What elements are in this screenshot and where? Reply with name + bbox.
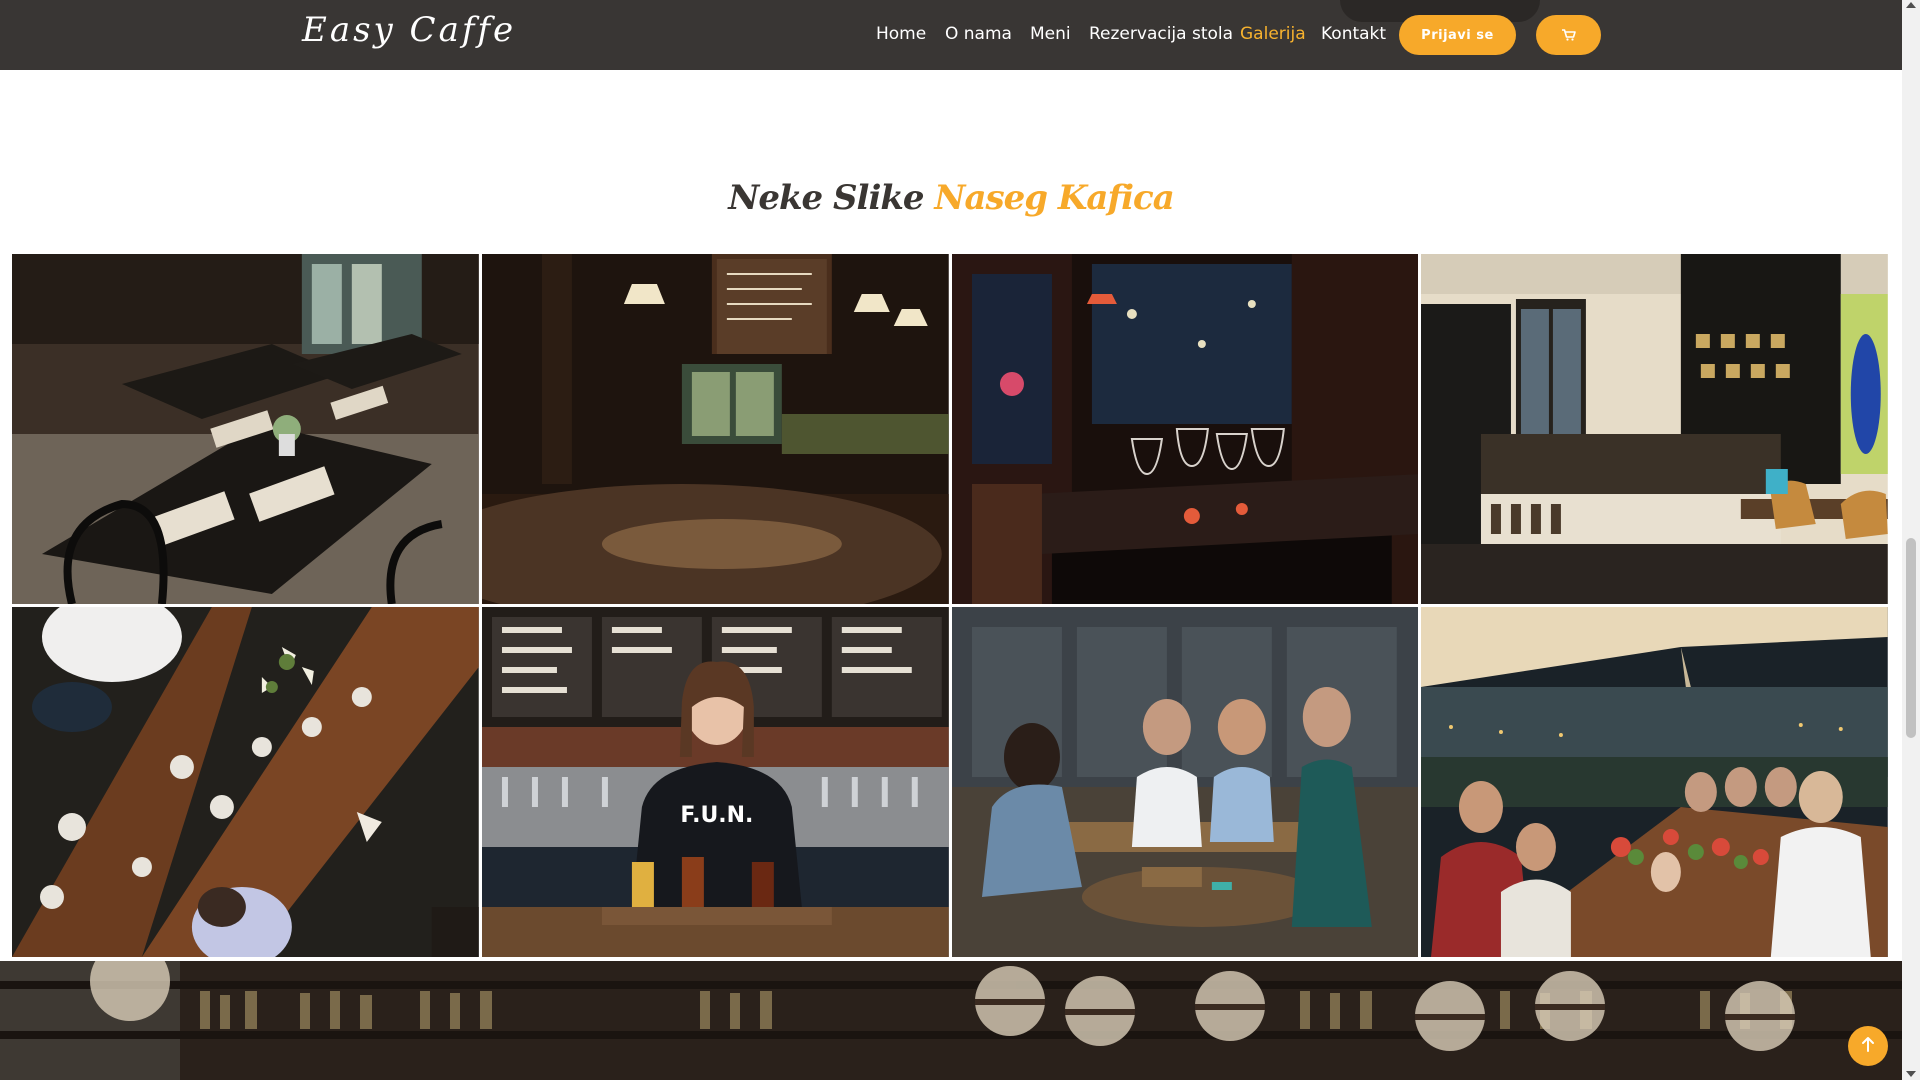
photo-bartender-beer-flight[interactable]: F.U.N. [481,607,949,957]
bottom-banner-bar-image [0,961,1902,1080]
site-logo[interactable]: Easy Caffe [302,10,516,50]
photo-dark-bar-interior[interactable] [481,254,949,604]
photo-bright-cafe-bar[interactable] [1421,254,1888,604]
back-to-top-button[interactable] [1848,1026,1888,1066]
login-button[interactable]: Prijavi se [1399,15,1516,55]
svg-text:F.U.N.: F.U.N. [680,803,753,828]
photo-cafe-tables[interactable] [12,254,479,604]
page-scrollbar[interactable] [1902,0,1920,1080]
nav-reservation[interactable]: Rezervacija stola [1089,24,1233,44]
gallery-title-part2: Naseg Kafica [934,178,1174,218]
nav-about[interactable]: O nama [945,24,1012,44]
gallery-title-part1: Neke Slike [728,178,924,218]
nav-home[interactable]: Home [876,24,926,44]
scrollbar-thumb[interactable] [1906,538,1916,738]
scroll-down-arrow-icon[interactable] [1906,1071,1916,1077]
photo-wine-glasses-table[interactable] [951,254,1419,604]
page: Easy Caffe Home O nama Meni Rezervacija … [0,0,1920,1080]
login-button-label: Prijavi se [1421,27,1494,43]
photo-friends-on-patio[interactable] [951,607,1419,957]
nav-menu[interactable]: Meni [1030,24,1071,44]
photo-overhead-dining-table[interactable] [12,607,479,957]
gallery-grid: F.U.N. [12,254,1888,957]
scroll-up-arrow-icon[interactable] [1906,2,1916,8]
nav-contact[interactable]: Kontakt [1321,24,1386,44]
photo-outdoor-dinner-toast[interactable] [1421,607,1888,957]
nav-gallery[interactable]: Galerija [1240,24,1306,44]
site-header: Easy Caffe Home O nama Meni Rezervacija … [0,0,1902,70]
arrow-up-icon [1860,1035,1876,1057]
cart-button[interactable] [1536,15,1601,55]
gallery-title: Neke Slike Naseg Kafica [0,178,1902,218]
cart-icon [1561,26,1576,45]
